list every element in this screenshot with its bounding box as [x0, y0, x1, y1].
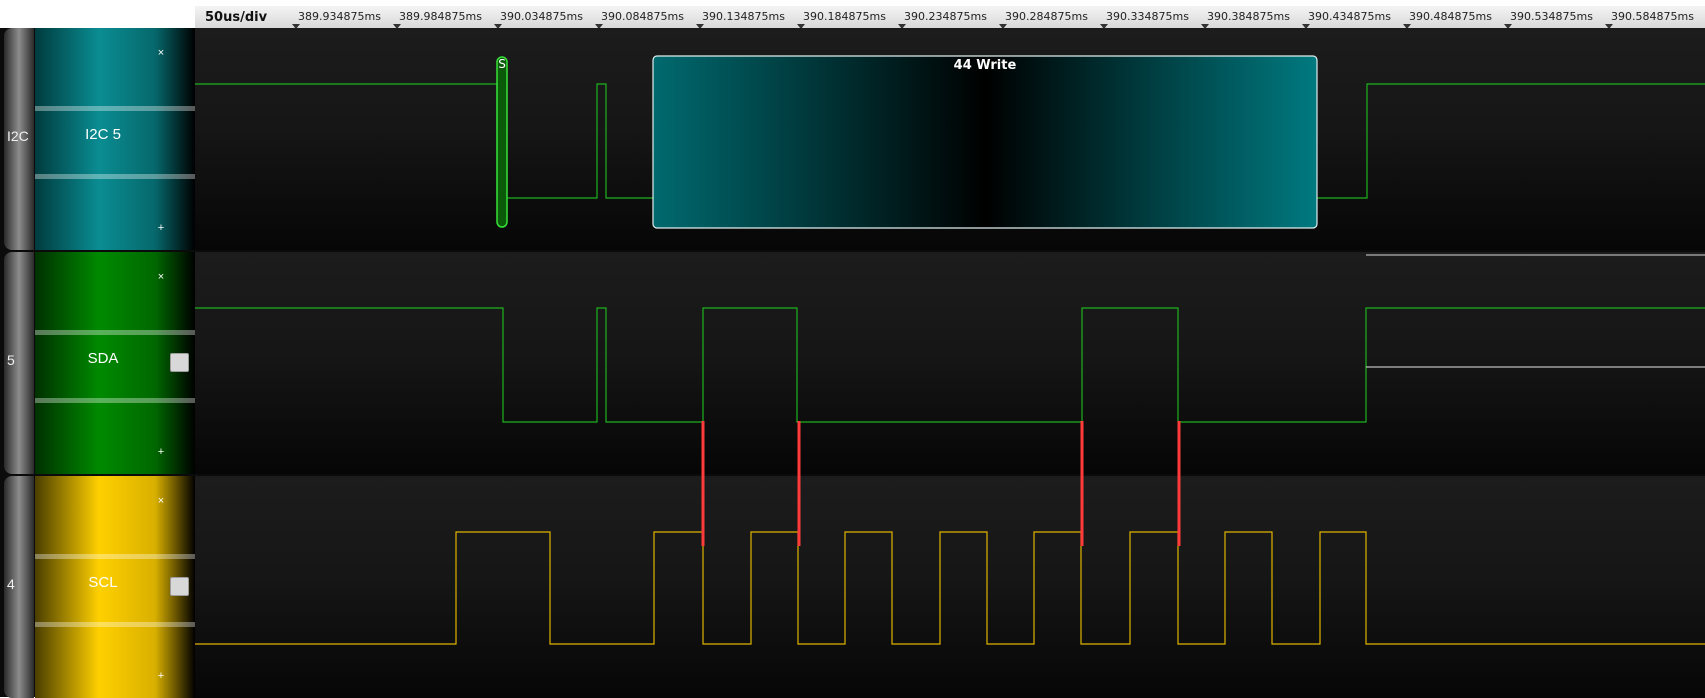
- tick-label: 390.134875ms: [702, 10, 785, 23]
- tick-label: 389.984875ms: [399, 10, 482, 23]
- start-condition-marker[interactable]: [496, 56, 508, 228]
- tick-label: 390.484875ms: [1409, 10, 1492, 23]
- tick-label: 390.184875ms: [803, 10, 886, 23]
- tick-label: 390.334875ms: [1106, 10, 1189, 23]
- write-packet[interactable]: [652, 55, 1318, 229]
- waveform-area[interactable]: I2C × I2C 5 + 5 × SDA + 4 × SCL + S 44 W…: [0, 28, 1705, 698]
- tick-label: 390.284875ms: [1005, 10, 1088, 23]
- start-label: S: [498, 57, 506, 71]
- tick-label: 390.084875ms: [601, 10, 684, 23]
- time-scale-label: 50us/div: [205, 10, 268, 25]
- packet-label: 44 Write: [953, 58, 1017, 73]
- tick-label: 390.434875ms: [1308, 10, 1391, 23]
- tick-label: 390.384875ms: [1207, 10, 1290, 23]
- sample-markers: [701, 421, 1181, 546]
- tick-label: 390.534875ms: [1510, 10, 1593, 23]
- signal-traces: [195, 55, 1705, 645]
- tick-label: 390.234875ms: [904, 10, 987, 23]
- time-ruler[interactable]: 50us/div 389.934875ms 389.984875ms 390.034…: [195, 6, 1705, 29]
- tick-label: 389.934875ms: [298, 10, 381, 23]
- tick-label: 390.584875ms: [1611, 10, 1694, 23]
- tick-label: 390.034875ms: [500, 10, 583, 23]
- scl-trace: [195, 531, 1705, 645]
- sda-trace: [195, 307, 1705, 423]
